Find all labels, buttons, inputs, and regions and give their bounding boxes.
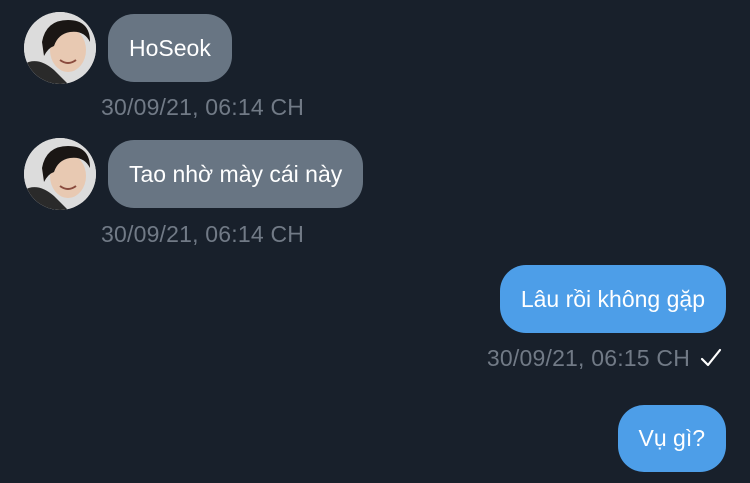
incoming-message-bubble[interactable]: Tao nhờ mày cái này <box>108 140 364 208</box>
message-timestamp: 30/09/21, 06:14 CH <box>101 221 305 247</box>
message-text: Lâu rồi không gặp <box>520 285 705 312</box>
contact-avatar[interactable] <box>24 12 96 84</box>
message-timestamp: 30/09/21, 06:14 CH <box>101 94 305 120</box>
avatar-photo-icon <box>24 138 96 210</box>
avatar-photo-icon <box>24 12 96 84</box>
message-text: HoSeok <box>129 34 211 61</box>
outgoing-message-bubble[interactable]: Vụ gì? <box>617 405 726 472</box>
message-timestamp: 30/09/21, 06:15 CH <box>486 345 690 371</box>
incoming-message-bubble[interactable]: HoSeok <box>108 14 232 82</box>
contact-avatar[interactable] <box>24 138 96 210</box>
outgoing-message-bubble[interactable]: Lâu rồi không gặp <box>499 265 726 333</box>
checkmark-icon <box>700 348 722 367</box>
message-text: Tao nhờ mày cái này <box>129 160 343 187</box>
message-text: Vụ gì? <box>638 425 706 451</box>
